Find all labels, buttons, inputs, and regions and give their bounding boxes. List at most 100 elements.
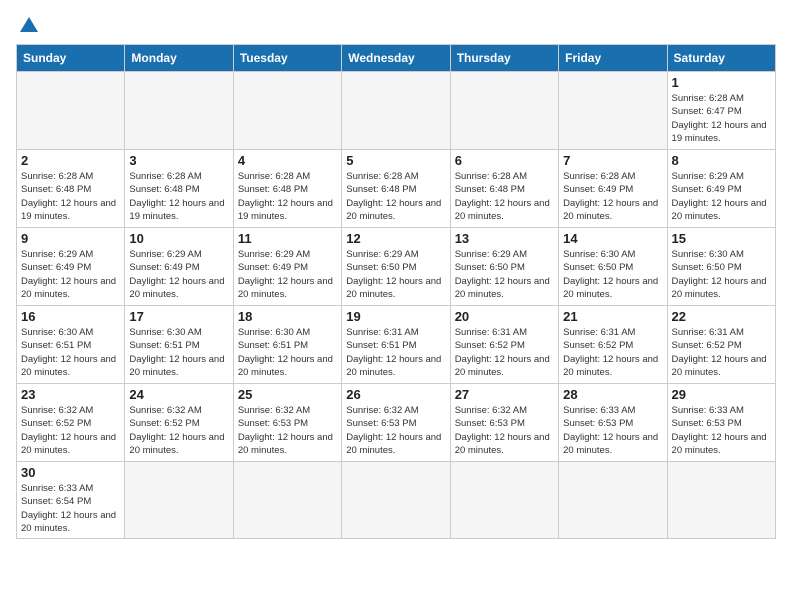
weekday-header-sunday: Sunday (17, 45, 125, 72)
day-info: Sunrise: 6:31 AM Sunset: 6:52 PM Dayligh… (455, 326, 554, 379)
calendar-day-cell (233, 462, 341, 539)
calendar-week-row: 30Sunrise: 6:33 AM Sunset: 6:54 PM Dayli… (17, 462, 776, 539)
weekday-header-tuesday: Tuesday (233, 45, 341, 72)
calendar-day-cell (342, 462, 450, 539)
weekday-header-wednesday: Wednesday (342, 45, 450, 72)
calendar-day-cell: 6 Sunrise: 6:28 AM Sunset: 6:48 PM Daylig… (450, 150, 558, 228)
calendar-day-cell: 12 Sunrise: 6:29 AM Sunset: 6:50 PM Dayli… (342, 228, 450, 306)
calendar-day-cell: 24 Sunrise: 6:32 AM Sunset: 6:52 PM Dayli… (125, 384, 233, 462)
day-number: 25 (238, 387, 337, 402)
calendar-day-cell: 8Sunrise: 6:29 AM Sunset: 6:49 PM Daylig… (667, 150, 775, 228)
day-info: Sunrise: 6:29 AM Sunset: 6:49 PM Dayligh… (672, 170, 771, 223)
calendar-day-cell: 16Sunrise: 6:30 AM Sunset: 6:51 PM Dayli… (17, 306, 125, 384)
calendar-week-row: 16 Sunrise: 6:30 AM Sunset: 6:51 PM Dayli… (17, 306, 776, 384)
day-number: 20 (455, 309, 554, 324)
calendar-day-cell: 5 Sunrise: 6:28 AM Sunset: 6:48 PM Daylig… (342, 150, 450, 228)
calendar-day-cell (125, 72, 233, 150)
day-info: Sunrise: 6:31 AM Sunset: 6:52 PM Dayligh… (672, 326, 771, 379)
day-info: Sunrise: 6:32 AM Sunset: 6:52 PM Dayligh… (21, 404, 120, 457)
day-number: 28 (563, 387, 662, 402)
day-info: Sunrise: 6:32 AM Sunset: 6:53 PM Dayligh… (346, 404, 445, 457)
day-info: Sunrise: 6:31 AM Sunset: 6:51 PM Dayligh… (346, 326, 445, 379)
day-info: Sunrise: 6:29 AM Sunset: 6:50 PM Dayligh… (346, 248, 445, 301)
weekday-header-row: SundayMondayTuesdayWednesdayThursdayFrid… (17, 45, 776, 72)
calendar-day-cell: 27 Sunrise: 6:32 AM Sunset: 6:53 PM Dayli… (450, 384, 558, 462)
calendar-day-cell: 20 Sunrise: 6:31 AM Sunset: 6:52 PM Dayli… (450, 306, 558, 384)
day-number: 18 (238, 309, 337, 324)
day-number: 23 (21, 387, 120, 402)
calendar-day-cell (667, 462, 775, 539)
calendar-day-cell: 2 Sunrise: 6:28 AM Sunset: 6:48 PM Daylig… (17, 150, 125, 228)
calendar-day-cell: 10 Sunrise: 6:29 AM Sunset: 6:49 PM Dayli… (125, 228, 233, 306)
calendar-day-cell: 13Sunrise: 6:29 AM Sunset: 6:50 PM Dayli… (450, 228, 558, 306)
page-header (16, 16, 776, 36)
day-number: 2 (21, 153, 120, 168)
day-info: Sunrise: 6:33 AM Sunset: 6:53 PM Dayligh… (672, 404, 771, 457)
calendar-day-cell: 4 Sunrise: 6:28 AM Sunset: 6:48 PM Daylig… (233, 150, 341, 228)
day-number: 24 (129, 387, 228, 402)
day-number: 12 (346, 231, 445, 246)
day-number: 1 (672, 75, 771, 90)
calendar-day-cell: 28 Sunrise: 6:33 AM Sunset: 6:53 PM Dayli… (559, 384, 667, 462)
calendar-day-cell (450, 72, 558, 150)
calendar-day-cell (17, 72, 125, 150)
day-number: 9 (21, 231, 120, 246)
calendar-day-cell: 9 Sunrise: 6:29 AM Sunset: 6:49 PM Daylig… (17, 228, 125, 306)
day-info: Sunrise: 6:33 AM Sunset: 6:53 PM Dayligh… (563, 404, 662, 457)
calendar-day-cell: 15Sunrise: 6:30 AM Sunset: 6:50 PM Dayli… (667, 228, 775, 306)
day-info: Sunrise: 6:32 AM Sunset: 6:53 PM Dayligh… (455, 404, 554, 457)
day-number: 29 (672, 387, 771, 402)
day-info: Sunrise: 6:28 AM Sunset: 6:48 PM Dayligh… (346, 170, 445, 223)
day-number: 10 (129, 231, 228, 246)
calendar-day-cell: 19Sunrise: 6:31 AM Sunset: 6:51 PM Dayli… (342, 306, 450, 384)
day-info: Sunrise: 6:28 AM Sunset: 6:48 PM Dayligh… (455, 170, 554, 223)
day-info: Sunrise: 6:29 AM Sunset: 6:49 PM Dayligh… (129, 248, 228, 301)
day-info: Sunrise: 6:28 AM Sunset: 6:48 PM Dayligh… (129, 170, 228, 223)
calendar-day-cell: 21Sunrise: 6:31 AM Sunset: 6:52 PM Dayli… (559, 306, 667, 384)
day-number: 14 (563, 231, 662, 246)
day-number: 4 (238, 153, 337, 168)
day-number: 7 (563, 153, 662, 168)
weekday-header-monday: Monday (125, 45, 233, 72)
logo-icon (18, 14, 40, 36)
calendar-day-cell (233, 72, 341, 150)
day-number: 5 (346, 153, 445, 168)
day-number: 26 (346, 387, 445, 402)
day-number: 22 (672, 309, 771, 324)
calendar-day-cell: 22 Sunrise: 6:31 AM Sunset: 6:52 PM Dayli… (667, 306, 775, 384)
day-info: Sunrise: 6:28 AM Sunset: 6:48 PM Dayligh… (21, 170, 120, 223)
day-number: 11 (238, 231, 337, 246)
day-number: 30 (21, 465, 120, 480)
day-info: Sunrise: 6:32 AM Sunset: 6:53 PM Dayligh… (238, 404, 337, 457)
day-info: Sunrise: 6:29 AM Sunset: 6:49 PM Dayligh… (21, 248, 120, 301)
calendar-day-cell: 3 Sunrise: 6:28 AM Sunset: 6:48 PM Daylig… (125, 150, 233, 228)
day-number: 27 (455, 387, 554, 402)
calendar-day-cell (559, 462, 667, 539)
day-info: Sunrise: 6:29 AM Sunset: 6:49 PM Dayligh… (238, 248, 337, 301)
weekday-header-thursday: Thursday (450, 45, 558, 72)
day-info: Sunrise: 6:32 AM Sunset: 6:52 PM Dayligh… (129, 404, 228, 457)
calendar-day-cell: 18 Sunrise: 6:30 AM Sunset: 6:51 PM Dayli… (233, 306, 341, 384)
day-info: Sunrise: 6:30 AM Sunset: 6:51 PM Dayligh… (238, 326, 337, 379)
calendar-day-cell (125, 462, 233, 539)
day-info: Sunrise: 6:30 AM Sunset: 6:51 PM Dayligh… (129, 326, 228, 379)
day-number: 17 (129, 309, 228, 324)
day-number: 15 (672, 231, 771, 246)
calendar-day-cell: 26 Sunrise: 6:32 AM Sunset: 6:53 PM Dayli… (342, 384, 450, 462)
calendar-week-row: 2 Sunrise: 6:28 AM Sunset: 6:48 PM Daylig… (17, 150, 776, 228)
calendar-day-cell: 1Sunrise: 6:28 AM Sunset: 6:47 PM Daylig… (667, 72, 775, 150)
day-number: 16 (21, 309, 120, 324)
weekday-header-saturday: Saturday (667, 45, 775, 72)
day-info: Sunrise: 6:28 AM Sunset: 6:48 PM Dayligh… (238, 170, 337, 223)
calendar-day-cell: 17 Sunrise: 6:30 AM Sunset: 6:51 PM Dayli… (125, 306, 233, 384)
calendar-week-row: 9 Sunrise: 6:29 AM Sunset: 6:49 PM Daylig… (17, 228, 776, 306)
calendar-day-cell (450, 462, 558, 539)
calendar-day-cell: 29 Sunrise: 6:33 AM Sunset: 6:53 PM Dayli… (667, 384, 775, 462)
calendar-day-cell (342, 72, 450, 150)
day-number: 21 (563, 309, 662, 324)
day-number: 6 (455, 153, 554, 168)
calendar-week-row: 23 Sunrise: 6:32 AM Sunset: 6:52 PM Dayli… (17, 384, 776, 462)
calendar-day-cell: 30Sunrise: 6:33 AM Sunset: 6:54 PM Dayli… (17, 462, 125, 539)
day-number: 3 (129, 153, 228, 168)
calendar-day-cell: 14Sunrise: 6:30 AM Sunset: 6:50 PM Dayli… (559, 228, 667, 306)
